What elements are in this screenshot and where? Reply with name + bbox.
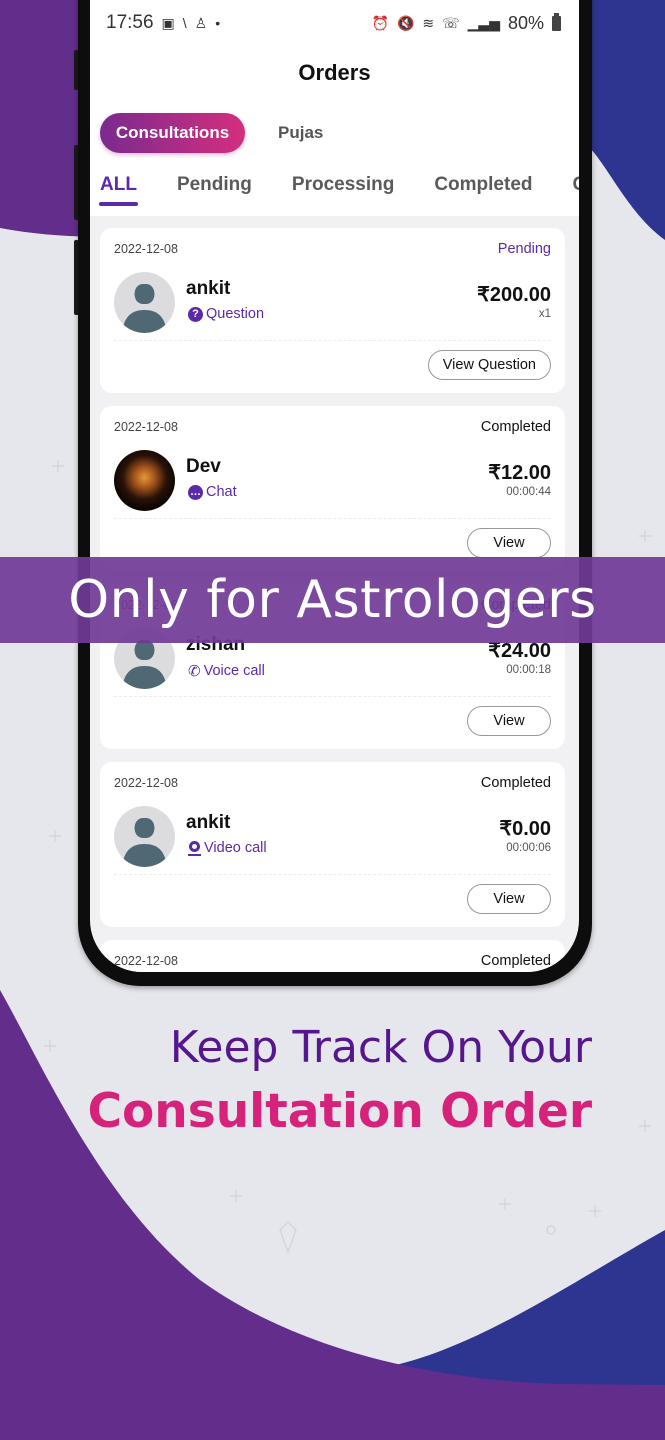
order-card[interactable]: 2022-12-08 Pending ankit ? Question ₹200… [100, 228, 565, 393]
segment-consultations[interactable]: Consultations [100, 113, 245, 153]
card-divider [114, 518, 551, 519]
order-card[interactable]: 2022-12-08 Completed Dev … Chat ₹12.00 0… [100, 406, 565, 571]
consultation-type-label: Chat [206, 484, 237, 500]
card-divider [114, 696, 551, 697]
consultation-type: … Chat [188, 484, 237, 500]
order-date: 2022-12-08 [114, 242, 178, 256]
consultation-type-label: Video call [204, 840, 267, 856]
order-amount: ₹12.00 [488, 462, 551, 484]
order-status: Completed [480, 953, 551, 969]
tab-all[interactable]: ALL [99, 174, 138, 206]
status-time: 17:56 [106, 12, 154, 33]
card-divider [114, 340, 551, 341]
status-tabs: ALL Pending Processing Completed Ca [99, 174, 579, 206]
battery-icon [552, 12, 561, 31]
status-bar: 17:56 ▣ \ ♙ • ⏰ 🔇 ≋ ☏ ▁▃▅ 80% [90, 0, 579, 46]
phone-icon: ✆ [188, 663, 201, 680]
consultation-type: ? Question [188, 306, 264, 322]
order-date: 2022-12-08 [114, 776, 178, 790]
person-icon: ♙ [194, 14, 208, 31]
webcam-icon [188, 840, 201, 856]
client-name: ankit [186, 812, 231, 833]
segment-pujas[interactable]: Pujas [278, 123, 323, 143]
order-status: Completed [480, 419, 551, 435]
battery-percentage: 80% [507, 12, 544, 33]
order-card[interactable]: 2022-12-08 Completed ankit Video call ₹0… [100, 762, 565, 927]
order-quantity: x1 [538, 308, 551, 320]
wifi-icon: ≋ [422, 14, 435, 31]
consultation-type: ✆ Voice call [188, 662, 265, 680]
call-duration: 00:00:44 [506, 486, 551, 498]
client-name: ankit [186, 278, 231, 299]
order-date: 2022-12-08 [114, 420, 178, 434]
tab-completed[interactable]: Completed [434, 174, 532, 206]
signal-icon: ▁▃▅ [467, 14, 500, 31]
avatar [114, 450, 175, 511]
view-button[interactable]: View [467, 528, 551, 558]
order-category-toggle: Consultations Pujas [100, 113, 323, 153]
avatar [114, 806, 175, 867]
order-status: Pending [497, 241, 551, 257]
gallery-icon: ▣ [161, 14, 175, 31]
order-amount: ₹200.00 [477, 284, 551, 306]
phone-screen: 17:56 ▣ \ ♙ • ⏰ 🔇 ≋ ☏ ▁▃▅ 80% Orders Con… [90, 0, 579, 972]
alarm-icon: ⏰ [371, 14, 389, 31]
mute-icon: 🔇 [396, 14, 415, 31]
signal-slash-icon: \ [182, 15, 187, 31]
page-title: Orders [298, 60, 371, 85]
tab-pending[interactable]: Pending [177, 174, 252, 206]
tab-processing[interactable]: Processing [292, 174, 394, 206]
promo-banner: Only for Astrologers [0, 557, 665, 643]
view-question-button[interactable]: View Question [427, 350, 551, 380]
orders-header: Orders Consultations Pujas ALL Pending P… [90, 46, 579, 216]
view-button[interactable]: View [467, 706, 551, 736]
card-divider [114, 874, 551, 875]
consultation-type: Video call [188, 840, 267, 856]
tab-cancelled[interactable]: Ca [573, 174, 579, 206]
order-date: 2022-12-08 [114, 954, 178, 968]
client-name: Dev [186, 456, 221, 477]
banner-text: Only for Astrologers [68, 570, 597, 630]
call-duration: 00:00:18 [506, 664, 551, 676]
promo-headline-line1: Keep Track On Your [169, 1022, 592, 1073]
call-duration: 00:00:06 [506, 842, 551, 854]
consultation-type-label: Voice call [203, 663, 265, 679]
promo-headline-line2: Consultation Order [87, 1084, 593, 1139]
order-amount: ₹0.00 [499, 818, 551, 840]
wifi-call-icon: ☏ [442, 14, 460, 31]
dot-icon: • [215, 15, 221, 31]
order-card[interactable]: 2022-12-08 Completed [100, 940, 565, 972]
chat-icon: … [188, 484, 203, 500]
order-status: Completed [480, 775, 551, 791]
view-button[interactable]: View [467, 884, 551, 914]
avatar [114, 272, 175, 333]
question-icon: ? [188, 306, 203, 322]
consultation-type-label: Question [206, 306, 265, 322]
